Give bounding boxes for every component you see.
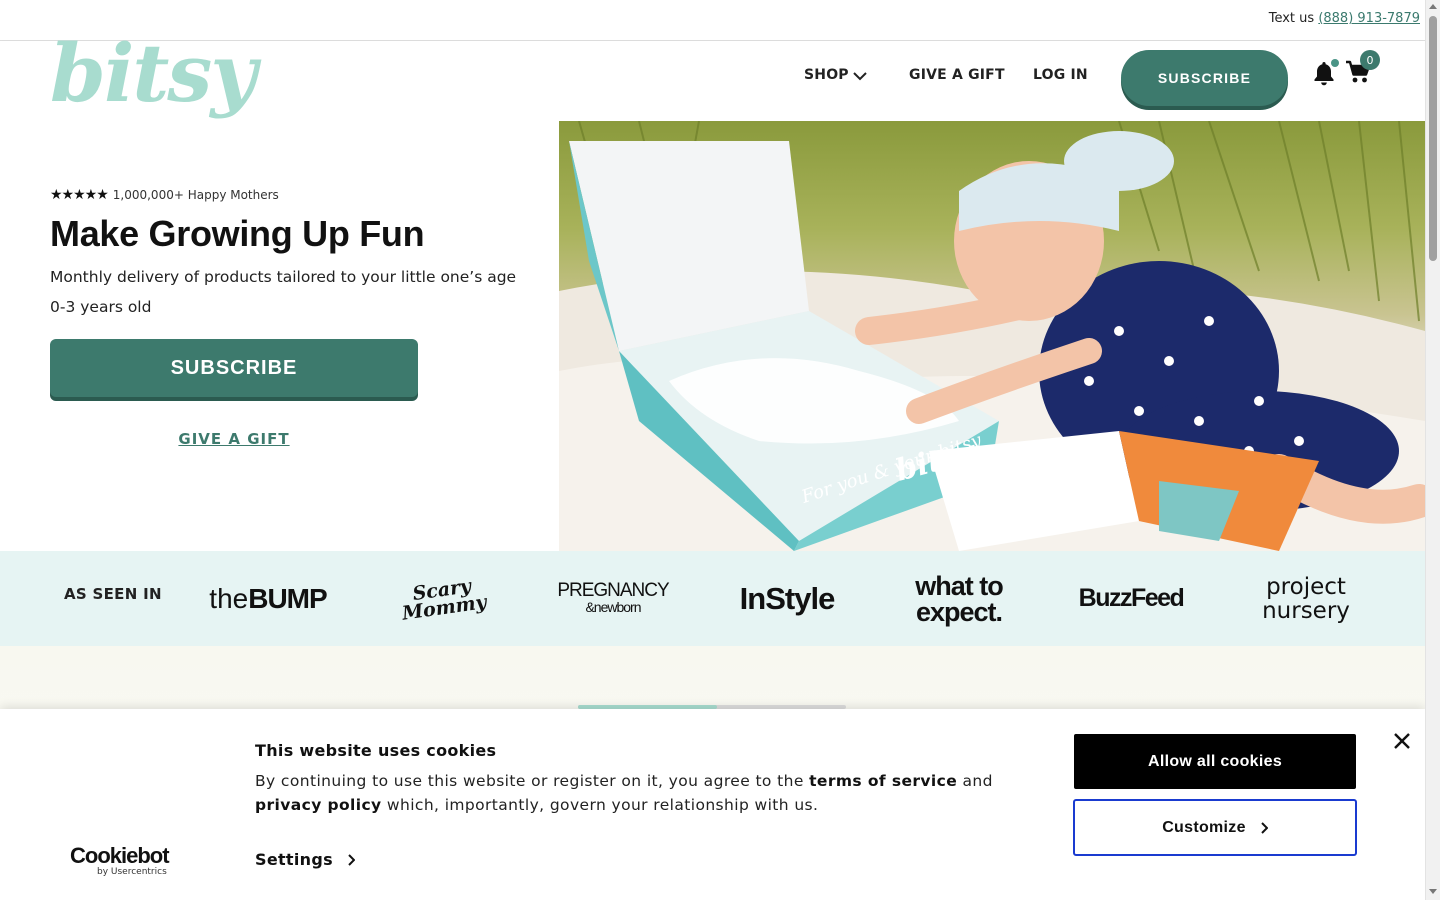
pregnancy-line1: PREGNANCY	[557, 579, 669, 601]
scroll-thumb[interactable]	[1429, 16, 1437, 261]
project-line2: nursery	[1262, 597, 1350, 624]
instyle-logo: InStyle	[739, 580, 836, 616]
cookie-text-1: By continuing to use this website or reg…	[255, 772, 810, 790]
privacy-policy-link[interactable]: privacy policy	[255, 796, 382, 814]
text-us: Text us (888) 913-7879	[1269, 11, 1420, 26]
what-to-expect-logo: what to expect.	[900, 551, 1018, 646]
project-nursery-logo: project nursery	[1248, 551, 1364, 646]
nav-shop[interactable]: SHOP	[804, 67, 867, 83]
press-strip: AS SEEN IN the BUMP Scary Mommy PREGNANCY …	[0, 551, 1425, 646]
as-seen-in-label: AS SEEN IN	[64, 585, 162, 603]
cookie-settings-button[interactable]: Settings	[255, 850, 355, 869]
chevron-right-icon	[348, 853, 355, 866]
notification-bell[interactable]	[1312, 59, 1339, 90]
hero-title: Make Growing Up Fun	[50, 213, 425, 254]
wte-line2: expect.	[915, 596, 1003, 627]
cookie-description: By continuing to use this website or reg…	[255, 769, 1015, 817]
scroll-down-arrow-icon[interactable]	[1429, 889, 1437, 894]
chevron-down-icon	[853, 72, 867, 81]
page: Text us (888) 913-7879 bitsy SHOP GIVE A…	[0, 0, 1440, 900]
hero-description: Monthly delivery of products tailored to…	[50, 268, 517, 316]
nav-shop-label: SHOP	[804, 67, 849, 83]
hero-give-gift-link[interactable]: GIVE A GIFT	[50, 430, 418, 448]
page-scrollbar[interactable]	[1425, 0, 1440, 900]
rating: ★★★★★ 1,000,000+ Happy Mothers	[50, 187, 279, 203]
close-icon[interactable]	[1391, 730, 1413, 752]
hero-content: ★★★★★ 1,000,000+ Happy Mothers Make Grow…	[0, 121, 559, 551]
cookie-banner: Cookiebot by Usercentrics This website u…	[0, 709, 1425, 900]
star-rating-icon: ★★★★★	[50, 187, 109, 203]
nav-give-gift[interactable]: GIVE A GIFT	[909, 67, 1005, 83]
chevron-right-icon	[1261, 821, 1268, 834]
notification-dot	[1331, 59, 1339, 67]
customize-label: Customize	[1162, 818, 1246, 836]
project-line1: project	[1266, 573, 1346, 600]
hero-image: For you & your bitsy bitsy	[559, 121, 1425, 551]
rating-text: 1,000,000+ Happy Mothers	[112, 188, 279, 202]
cookie-settings-label: Settings	[255, 850, 333, 869]
scary-mommy-logo: Scary Mommy	[392, 545, 494, 652]
hero-subscribe-button[interactable]: SUBSCRIBE	[50, 339, 418, 397]
hero-photo-illustration: For you & your bitsy bitsy	[559, 121, 1425, 551]
header-subscribe-button[interactable]: SUBSCRIBE	[1121, 50, 1288, 106]
cookiebot-logo-sub: by Usercentrics	[97, 867, 167, 877]
phone-link[interactable]: (888) 913-7879	[1318, 11, 1420, 26]
pregnancy-newborn-logo: PREGNANCY &newborn	[552, 551, 674, 646]
pregnancy-line2: &newborn	[585, 598, 641, 615]
cookiebot-logo: Cookiebot by Usercentrics	[70, 843, 180, 878]
scroll-up-arrow-icon[interactable]	[1429, 4, 1437, 9]
terms-of-service-link[interactable]: terms of service	[809, 772, 957, 790]
cart[interactable]: 0	[1345, 50, 1380, 89]
customize-cookies-button[interactable]: Customize	[1073, 799, 1357, 856]
the-bump-the: the	[209, 582, 249, 614]
site-header: bitsy SHOP GIVE A GIFT LOG IN SUBSCRIBE …	[0, 33, 1425, 121]
allow-all-cookies-button[interactable]: Allow all cookies	[1074, 734, 1356, 789]
buzzfeed-logo: BuzzFeed	[1078, 584, 1185, 612]
cookie-text-3: which, importantly, govern your relation…	[381, 796, 819, 814]
wte-line1: what to	[915, 570, 1003, 601]
text-us-label: Text us	[1268, 11, 1315, 26]
the-bump-main: BUMP	[248, 582, 327, 614]
bitsy-logo[interactable]: bitsy	[50, 33, 257, 113]
cookiebot-logo-text: Cookiebot	[70, 843, 170, 868]
the-bump-logo: the BUMP	[208, 551, 328, 646]
cart-count-badge: 0	[1360, 50, 1380, 70]
cookie-text-2: and	[957, 772, 993, 790]
nav-log-in[interactable]: LOG IN	[1033, 67, 1088, 83]
cookie-title: This website uses cookies	[255, 741, 497, 760]
